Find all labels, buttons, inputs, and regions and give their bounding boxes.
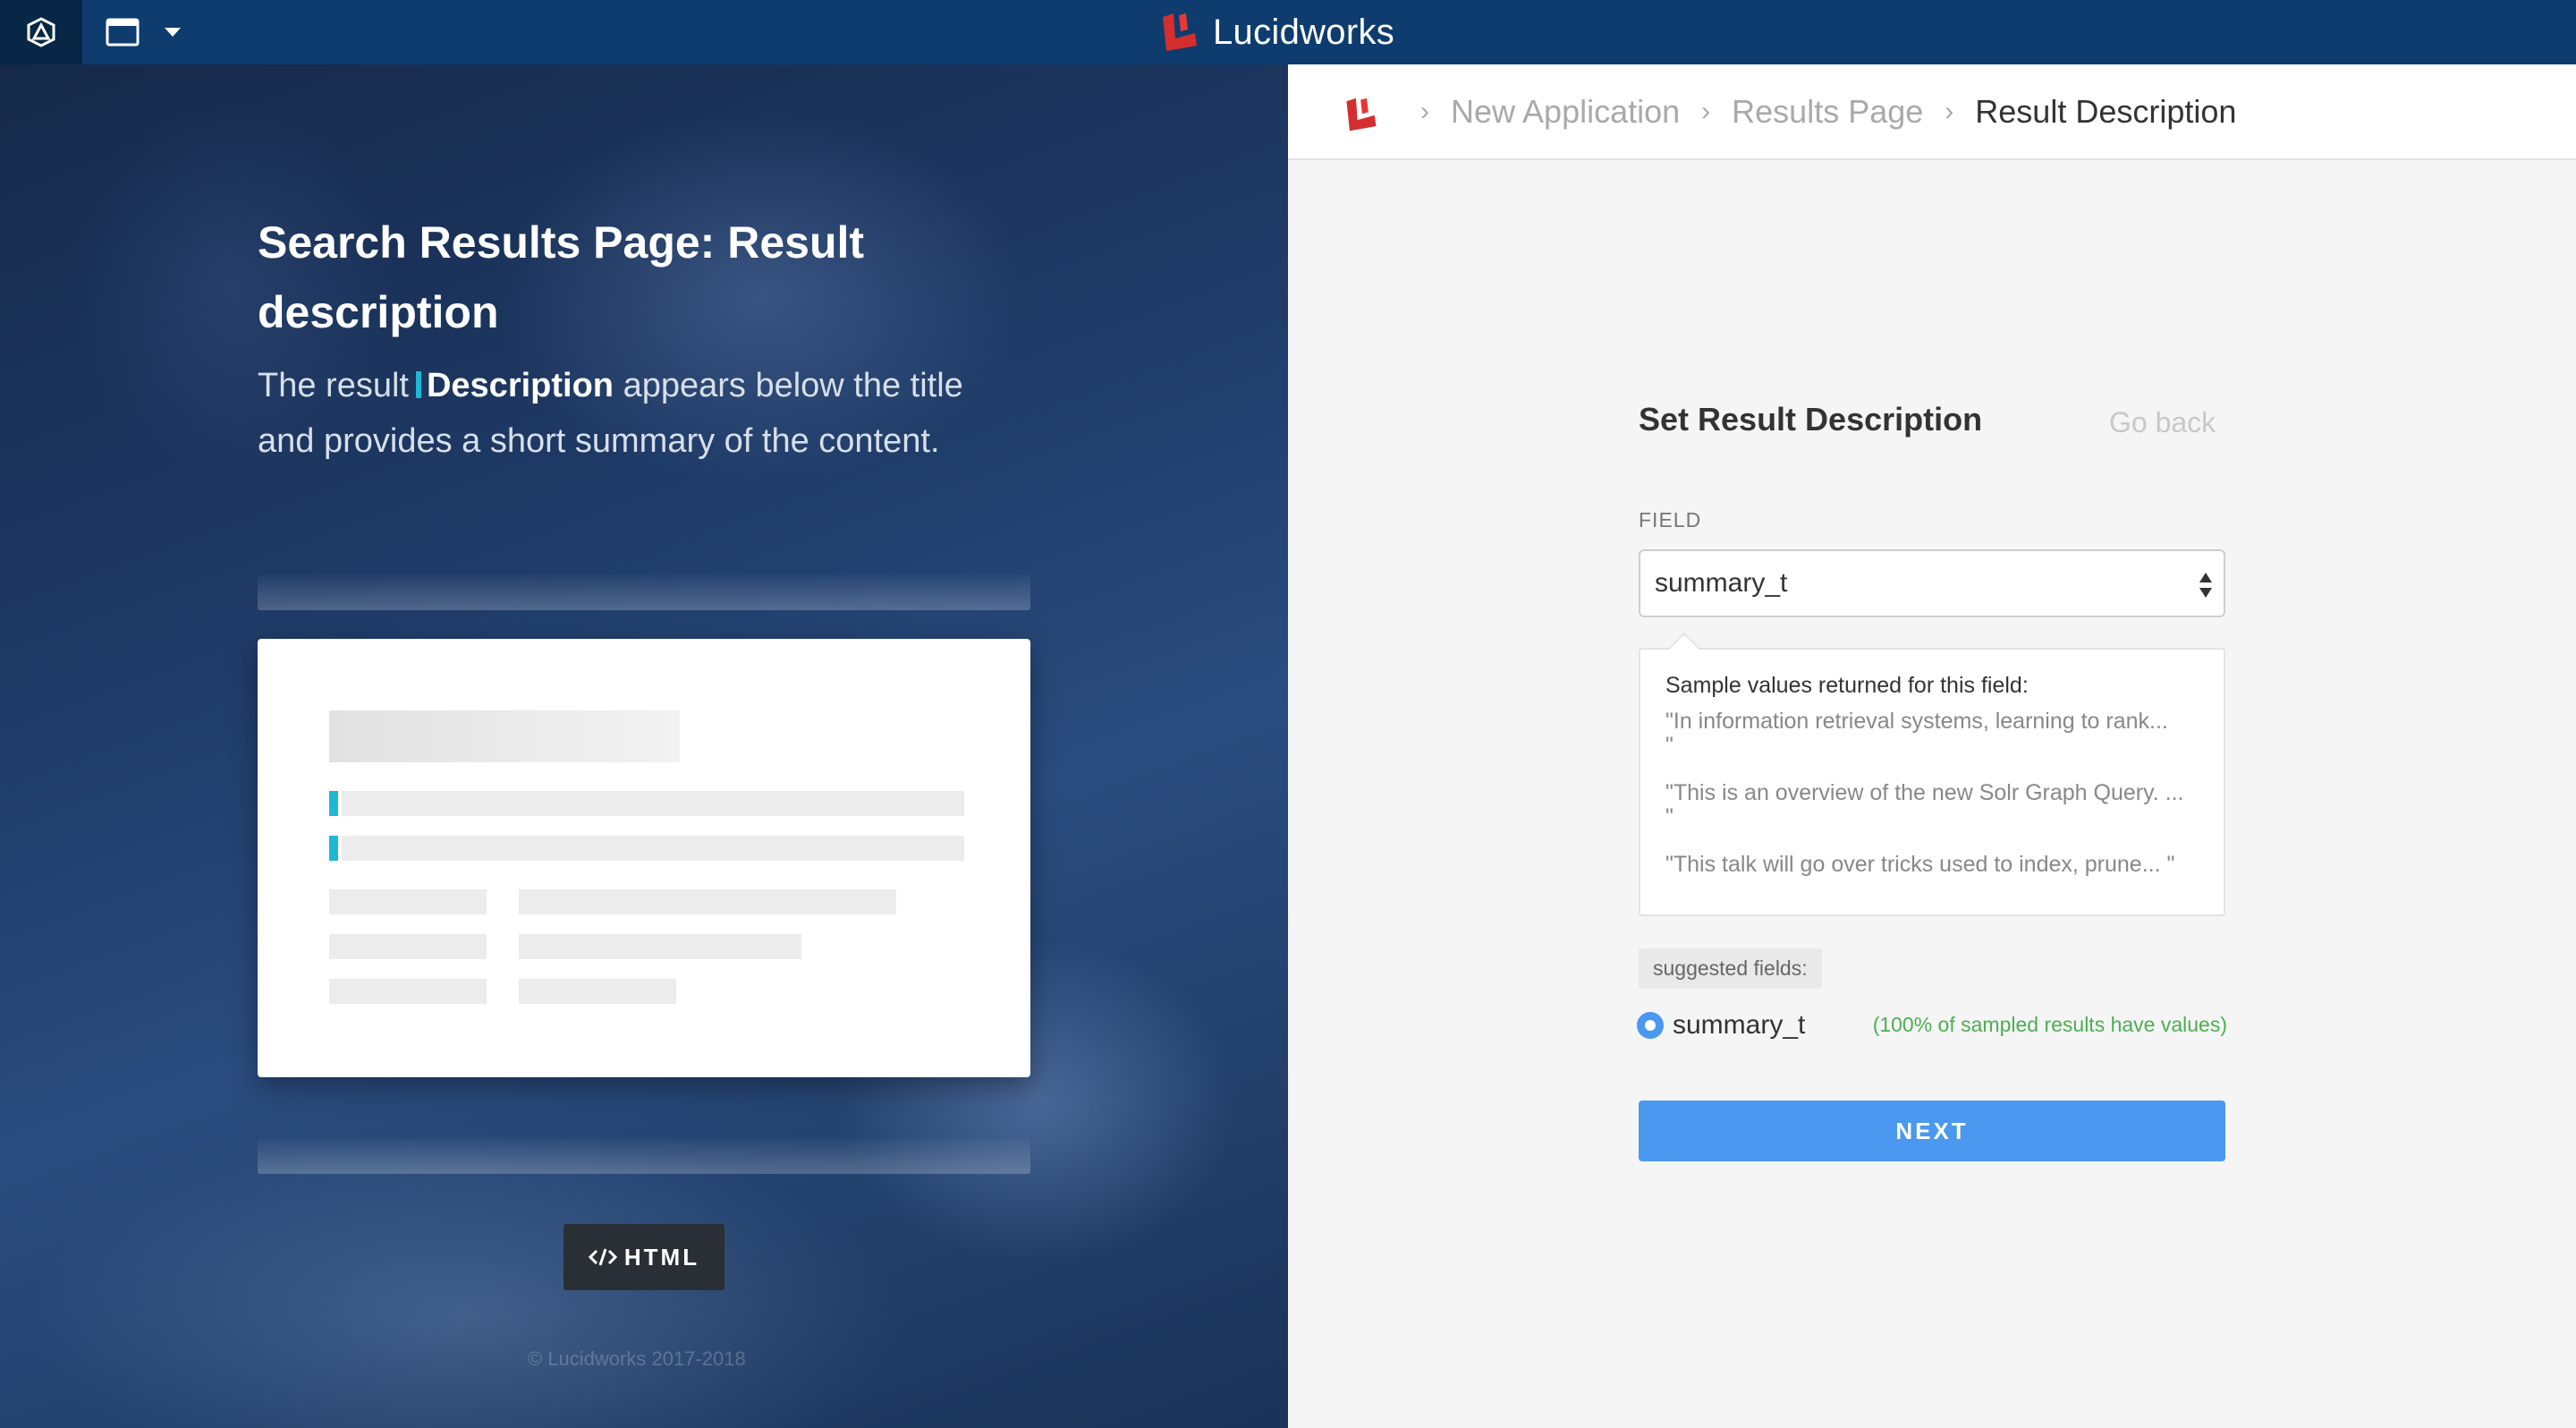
sample-value: "In information retrieval systems, learn… [1665, 709, 2168, 758]
brand-name: Lucidworks [1213, 12, 1395, 52]
preview-description-line [342, 836, 964, 861]
window-icon [106, 18, 140, 47]
blurred-result-bar [258, 1138, 1030, 1174]
chevron-right-icon: › [1420, 97, 1429, 126]
view-html-button[interactable]: HTML [564, 1224, 724, 1290]
blurred-result-bar [258, 574, 1030, 610]
suggested-field-option[interactable]: summary_t (100% of sampled results have … [1637, 1006, 2227, 1045]
preview-meta-label [329, 889, 487, 914]
field-label: FIELD [1639, 508, 1702, 531]
brand: Lucidworks [1159, 9, 1394, 55]
breadcrumb-trail: › New Application › Results Page › Resul… [1399, 89, 2236, 134]
field-select[interactable]: summary_t [1639, 549, 2225, 617]
preview-title-placeholder [329, 710, 680, 762]
sample-values-title: Sample values returned for this field: [1665, 673, 2029, 698]
hero-panel: Search Results Page: Result description … [0, 64, 1288, 1428]
result-preview-card [258, 639, 1030, 1077]
breadcrumb-new-application[interactable]: New Application [1451, 93, 1680, 131]
select-arrows-icon [2199, 573, 2212, 598]
hero-desc-prefix: The result [258, 367, 409, 404]
chevron-right-icon: › [1701, 97, 1711, 126]
preview-description-line [342, 791, 964, 816]
html-button-label: HTML [623, 1243, 700, 1271]
app-launcher-icon [27, 17, 55, 47]
breadcrumb-results-page[interactable]: Results Page [1732, 93, 1923, 131]
code-icon [588, 1248, 617, 1266]
lucidworks-logo-icon [1163, 13, 1197, 51]
preview-meta-value [519, 889, 896, 914]
hero-description: The result Description appears below the … [258, 358, 1027, 469]
chevron-right-icon: › [1945, 97, 1954, 126]
breadcrumb: › New Application › Results Page › Resul… [1288, 64, 2576, 160]
field-select-value: summary_t [1655, 568, 1788, 598]
radio-selected-icon[interactable] [1637, 1012, 1664, 1039]
preview-accent-marker [329, 836, 338, 861]
copyright-text: © Lucidworks 2017-2018 [528, 1347, 746, 1370]
preview-meta-value [519, 979, 676, 1004]
caret-down-icon [165, 28, 181, 37]
hero-desc-highlight: Description [426, 367, 614, 404]
suggested-fields-label: suggested fields: [1639, 948, 1822, 989]
sample-values-panel: Sample values returned for this field: "… [1639, 648, 2225, 916]
hero-title: Search Results Page: Result description [258, 217, 865, 337]
breadcrumb-result-description: Result Description [1975, 93, 2237, 130]
top-bar: Lucidworks [0, 0, 2576, 64]
preview-meta-label [329, 934, 487, 959]
home-logo-icon[interactable] [1343, 97, 1379, 132]
text-cursor-marker [415, 371, 421, 398]
app-launcher-button[interactable] [0, 0, 82, 64]
suggested-field-name: summary_t [1673, 1010, 1806, 1040]
sample-value: "This is an overview of the new Solr Gra… [1665, 780, 2184, 829]
preview-meta-label [329, 979, 487, 1004]
next-button[interactable]: NEXT [1639, 1101, 2225, 1161]
suggested-field-coverage: (100% of sampled results have values) [1872, 1013, 2227, 1036]
window-menu-button[interactable] [106, 14, 199, 50]
form-title: Set Result Description [1639, 401, 1983, 438]
preview-accent-marker [329, 791, 338, 816]
sample-value: "This talk will go over tricks used to i… [1665, 852, 2175, 877]
preview-meta-value [519, 934, 801, 959]
go-back-link[interactable]: Go back [2109, 406, 2216, 439]
